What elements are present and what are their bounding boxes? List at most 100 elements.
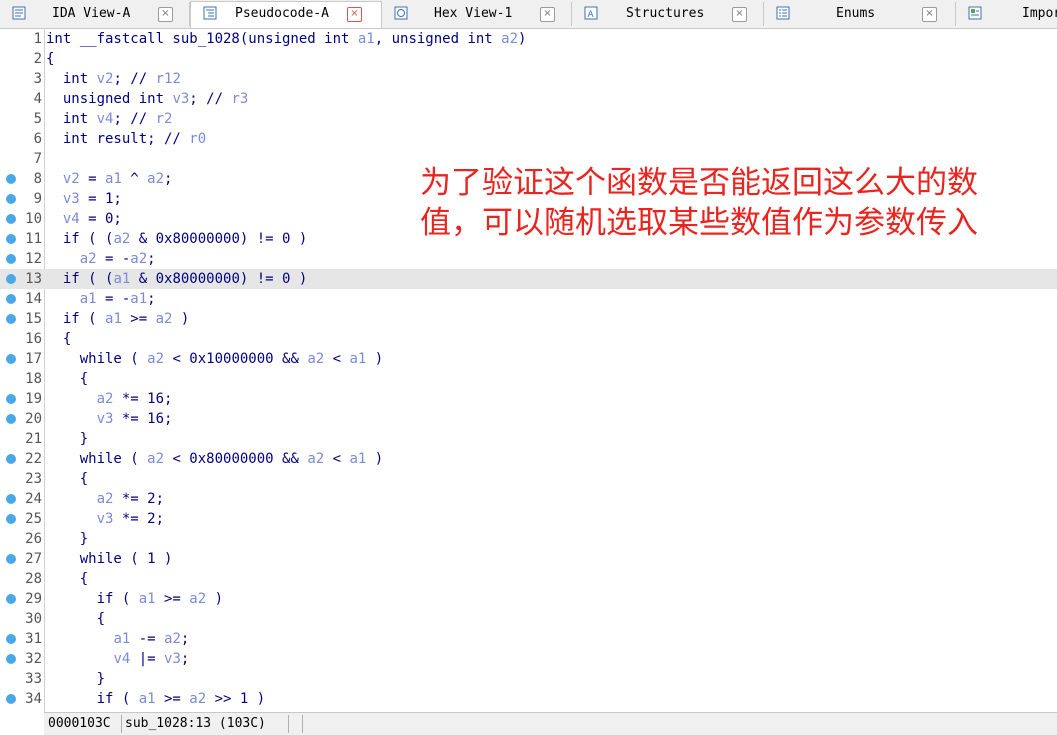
tab-structures[interactable]: A Structures ×: [572, 2, 764, 26]
annotation-overlay: 为了验证这个函数是否能返回这么大的数 值，可以随机选取某些数值作为参数传入: [420, 163, 1050, 243]
code-line[interactable]: 27 while ( 1 ): [0, 549, 1057, 569]
code-line[interactable]: 13 if ( (a1 & 0x80000000) != 0 ): [0, 269, 1057, 289]
code-line[interactable]: 22 while ( a2 < 0x80000000 && a2 < a1 ): [0, 449, 1057, 469]
code-text[interactable]: v2 = a1 ^ a2;: [46, 169, 173, 189]
code-line[interactable]: 17 while ( a2 < 0x10000000 && a2 < a1 ): [0, 349, 1057, 369]
code-line[interactable]: 34 if ( a1 >= a2 >> 1 ): [0, 689, 1057, 709]
code-line[interactable]: 5 int v4; // r2: [0, 109, 1057, 129]
breakpoint-dot-icon[interactable]: [6, 354, 16, 364]
code-line[interactable]: 18 {: [0, 369, 1057, 389]
line-number: 3: [33, 71, 42, 87]
code-text[interactable]: }: [46, 669, 105, 689]
breakpoint-dot-icon[interactable]: [6, 414, 16, 424]
breakpoint-dot-icon[interactable]: [6, 314, 16, 324]
code-text[interactable]: {: [46, 609, 105, 629]
code-text[interactable]: if ( (a2 & 0x80000000) != 0 ): [46, 229, 307, 249]
breakpoint-dot-icon[interactable]: [6, 694, 16, 704]
breakpoint-dot-icon[interactable]: [6, 214, 16, 224]
code-line[interactable]: 16 {: [0, 329, 1057, 349]
tab-enums[interactable]: Enums ×: [764, 2, 956, 26]
code-text[interactable]: while ( a2 < 0x10000000 && a2 < a1 ): [46, 349, 383, 369]
breakpoint-dot-icon[interactable]: [6, 554, 16, 564]
code-text[interactable]: {: [46, 569, 88, 589]
line-number: 4: [33, 91, 42, 107]
code-text[interactable]: }: [46, 429, 88, 449]
breakpoint-dot-icon[interactable]: [6, 254, 16, 264]
code-line[interactable]: 29 if ( a1 >= a2 ): [0, 589, 1057, 609]
code-text[interactable]: v4 = 0;: [46, 209, 122, 229]
code-line[interactable]: 14 a1 = -a1;: [0, 289, 1057, 309]
code-line[interactable]: 2{: [0, 49, 1057, 69]
code-line[interactable]: 26 }: [0, 529, 1057, 549]
code-line[interactable]: 23 {: [0, 469, 1057, 489]
code-text[interactable]: a1 = -a1;: [46, 289, 156, 309]
code-line[interactable]: 25 v3 *= 2;: [0, 509, 1057, 529]
code-line[interactable]: 12 a2 = -a2;: [0, 249, 1057, 269]
code-text[interactable]: {: [46, 369, 88, 389]
tab-hex-view-1[interactable]: Hex View-1 ×: [382, 2, 572, 26]
code-line[interactable]: 31 a1 -= a2;: [0, 629, 1057, 649]
code-text[interactable]: a2 = -a2;: [46, 249, 156, 269]
code-text[interactable]: if ( (a1 & 0x80000000) != 0 ): [46, 269, 307, 289]
code-line[interactable]: 20 v3 *= 16;: [0, 409, 1057, 429]
code-text[interactable]: v3 = 1;: [46, 189, 122, 209]
code-text[interactable]: {: [46, 49, 54, 69]
line-number: 32: [25, 651, 42, 667]
tab-imports[interactable]: Impor: [956, 2, 1057, 26]
breakpoint-dot-icon[interactable]: [6, 194, 16, 204]
breakpoint-dot-icon[interactable]: [6, 514, 16, 524]
code-line[interactable]: 24 a2 *= 2;: [0, 489, 1057, 509]
breakpoint-dot-icon[interactable]: [6, 394, 16, 404]
code-text[interactable]: if ( a1 >= a2 ): [46, 589, 223, 609]
code-text[interactable]: v3 *= 2;: [46, 509, 164, 529]
breakpoint-dot-icon[interactable]: [6, 594, 16, 604]
breakpoint-dot-icon[interactable]: [6, 634, 16, 644]
code-text[interactable]: if ( a1 >= a2 >> 1 ): [46, 689, 266, 709]
code-line[interactable]: 33 }: [0, 669, 1057, 689]
code-line[interactable]: 3 int v2; // r12: [0, 69, 1057, 89]
code-text[interactable]: int __fastcall sub_1028(unsigned int a1,…: [46, 29, 526, 49]
code-text[interactable]: a1 -= a2;: [46, 629, 189, 649]
code-line[interactable]: 21 }: [0, 429, 1057, 449]
code-line[interactable]: 32 v4 |= v3;: [0, 649, 1057, 669]
tab-ida-view-a[interactable]: IDA View-A ×: [0, 2, 190, 26]
code-text[interactable]: a2 *= 16;: [46, 389, 173, 409]
code-text[interactable]: unsigned int v3; // r3: [46, 89, 248, 109]
code-text[interactable]: while ( a2 < 0x80000000 && a2 < a1 ): [46, 449, 383, 469]
close-icon[interactable]: ×: [540, 7, 555, 22]
code-text[interactable]: {: [46, 329, 71, 349]
code-line[interactable]: 30 {: [0, 609, 1057, 629]
breakpoint-dot-icon[interactable]: [6, 454, 16, 464]
code-text[interactable]: if ( a1 >= a2 ): [46, 309, 189, 329]
code-text[interactable]: {: [46, 469, 88, 489]
line-number: 23: [25, 471, 42, 487]
close-icon[interactable]: ×: [158, 7, 173, 22]
breakpoint-dot-icon[interactable]: [6, 274, 16, 284]
breakpoint-dot-icon[interactable]: [6, 294, 16, 304]
breakpoint-dot-icon[interactable]: [6, 654, 16, 664]
code-text[interactable]: while ( 1 ): [46, 549, 173, 569]
code-text[interactable]: v4 |= v3;: [46, 649, 189, 669]
close-icon[interactable]: ×: [922, 7, 937, 22]
code-line[interactable]: 1 int __fastcall sub_1028(unsigned int a1…: [0, 29, 1057, 49]
breakpoint-dot-icon[interactable]: [6, 174, 16, 184]
code-line[interactable]: 15 if ( a1 >= a2 ): [0, 309, 1057, 329]
breakpoint-dot-icon[interactable]: [6, 234, 16, 244]
close-icon[interactable]: ×: [732, 7, 747, 22]
code-text[interactable]: int v4; // r2: [46, 109, 173, 129]
tab-pseudocode-a[interactable]: Pseudocode-A ×: [190, 1, 382, 28]
code-line[interactable]: 28 {: [0, 569, 1057, 589]
code-line[interactable]: 19 a2 *= 16;: [0, 389, 1057, 409]
code-text[interactable]: int result; // r0: [46, 129, 206, 149]
tab-label: Impor: [1022, 6, 1057, 21]
annotation-line-2: 值，可以随机选取某些数值作为参数传入: [420, 205, 978, 241]
close-icon[interactable]: ×: [347, 7, 362, 22]
code-text[interactable]: a2 *= 2;: [46, 489, 164, 509]
code-text[interactable]: int v2; // r12: [46, 69, 181, 89]
code-line[interactable]: 4 unsigned int v3; // r3: [0, 89, 1057, 109]
pseudocode-editor[interactable]: 1 int __fastcall sub_1028(unsigned int a1…: [0, 29, 1057, 712]
code-text[interactable]: v3 *= 16;: [46, 409, 173, 429]
code-line[interactable]: 6 int result; // r0: [0, 129, 1057, 149]
breakpoint-dot-icon[interactable]: [6, 494, 16, 504]
code-text[interactable]: }: [46, 529, 88, 549]
